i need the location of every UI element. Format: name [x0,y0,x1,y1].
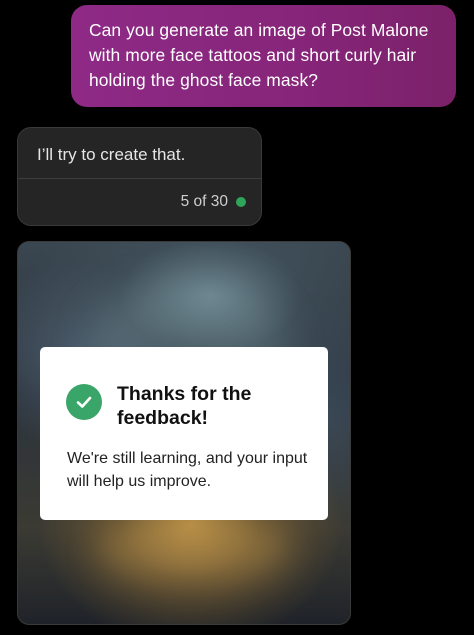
counter-label: 5 of 30 [180,193,228,210]
user-message-text: Can you generate an image of Post Malone… [89,20,429,90]
image-blur-region [98,512,288,582]
feedback-title: Thanks for the feedback! [117,383,252,429]
bot-message-text: I’ll try to create that. [37,145,186,164]
checkmark-glyph [76,396,92,408]
chat-screen: Can you generate an image of Post Malone… [0,0,474,635]
feedback-body: We're still learning, and your input wil… [67,450,308,490]
feedback-toast: Thanks for the feedback! We're still lea… [40,347,328,520]
user-message-bubble: Can you generate an image of Post Malone… [71,5,456,107]
checkmark-icon [66,384,102,420]
bot-message-bubble: I’ll try to create that. 5 of 30 [17,127,262,226]
status-dot-icon [236,197,246,207]
bot-message-divider [18,178,261,179]
message-counter: 5 of 30 [181,193,246,211]
